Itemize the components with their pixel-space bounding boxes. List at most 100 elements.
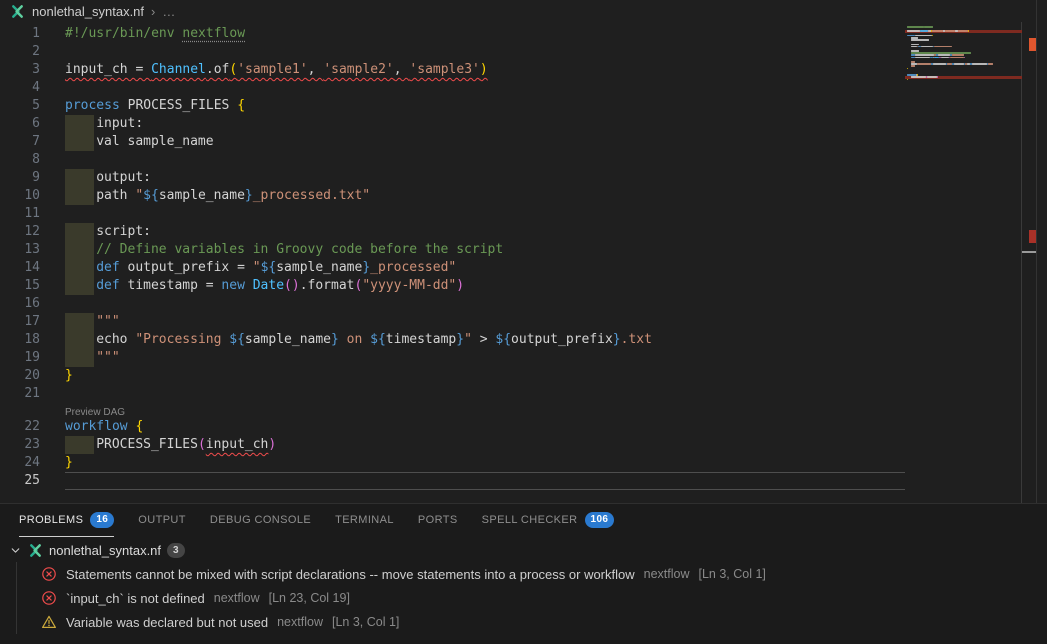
line-number: 1	[0, 25, 40, 43]
minimap[interactable]	[905, 22, 1022, 503]
problem-row[interactable]: Statements cannot be mixed with script d…	[0, 562, 1047, 586]
code-text	[65, 205, 905, 223]
code-line[interactable]: 12 script:	[0, 223, 905, 241]
overview-ruler-marker	[1029, 230, 1036, 243]
tab-count-badge: 16	[90, 512, 114, 528]
code-line[interactable]: 2	[0, 43, 905, 61]
code-token: timestamp =	[120, 278, 222, 293]
error-squiggle: input_ch = Channel.of('sample1', 'sample…	[65, 62, 488, 77]
codelens-row[interactable]: Preview DAG	[0, 403, 905, 418]
code-text: output:	[65, 169, 905, 187]
code-token: "	[253, 260, 261, 275]
code-line[interactable]: 24}	[0, 454, 905, 472]
line-number: 17	[0, 313, 40, 331]
problem-location: [Ln 3, Col 1]	[699, 567, 766, 581]
code-text	[65, 295, 905, 313]
code-token: }	[245, 188, 253, 203]
code-token: ${	[143, 188, 159, 203]
code-text: PROCESS_FILES(input_ch)	[65, 436, 905, 454]
code-token: nextflow	[182, 26, 245, 41]
code-area[interactable]: 1 #!/usr/bin/env nextflow 23 input_ch = Cha…	[0, 22, 905, 503]
line-number: 10	[0, 187, 40, 205]
code-token: (	[198, 437, 206, 452]
panel-tab-output[interactable]: OUTPUT	[138, 504, 186, 537]
code-line[interactable]: 25	[0, 472, 905, 490]
code-token: script:	[96, 224, 151, 239]
code-line[interactable]: 22workflow {	[0, 418, 905, 436]
code-line[interactable]: 23PROCESS_FILES(input_ch)	[0, 436, 905, 454]
vscode-window: { "colors":{ "pln":"#d4d4d4","cmt":"#6a9…	[0, 0, 1047, 644]
line-number: 9	[0, 169, 40, 187]
code-text: """	[65, 313, 905, 331]
line-number: 2	[0, 43, 40, 61]
tab-label: TERMINAL	[335, 514, 394, 526]
breadcrumb-filename[interactable]: nonlethal_syntax.nf	[32, 4, 144, 19]
panel-tab-ports[interactable]: PORTS	[418, 504, 458, 537]
line-number: 13	[0, 241, 40, 259]
nextflow-file-icon	[10, 4, 25, 19]
problem-row[interactable]: `input_ch` is not definednextflow[Ln 23,…	[0, 586, 1047, 610]
tab-label: DEBUG CONSOLE	[210, 514, 311, 526]
code-line[interactable]: 20}	[0, 367, 905, 385]
line-number: 5	[0, 97, 40, 115]
code-token: PROCESS_FILES	[96, 437, 198, 452]
code-token: 'sample3'	[409, 62, 479, 77]
code-token: // Define variables in Groovy code befor…	[96, 242, 503, 257]
code-line[interactable]: 19"""	[0, 349, 905, 367]
code-line[interactable]: 16	[0, 295, 905, 313]
code-token: 'sample2'	[323, 62, 393, 77]
code-line[interactable]: 7val sample_name	[0, 133, 905, 151]
code-line[interactable]: 13 // Define variables in Groovy code bef…	[0, 241, 905, 259]
code-text: def output_prefix = "${sample_name}_proc…	[65, 259, 905, 277]
code-text: """	[65, 349, 905, 367]
code-line[interactable]: 14def output_prefix = "${sample_name}_pr…	[0, 259, 905, 277]
code-token: Channel	[151, 62, 206, 77]
code-token: {	[135, 419, 143, 434]
overview-ruler[interactable]	[1022, 22, 1036, 503]
line-number: 12	[0, 223, 40, 241]
line-number: 3	[0, 61, 40, 79]
code-line[interactable]: 1 #!/usr/bin/env nextflow	[0, 25, 905, 43]
code-line[interactable]: 18echo "Processing ${sample_name} on ${t…	[0, 331, 905, 349]
panel-tab-terminal[interactable]: TERMINAL	[335, 504, 394, 537]
code-line[interactable]: 21	[0, 385, 905, 403]
indent-highlight	[65, 241, 94, 259]
chevron-down-icon[interactable]	[9, 544, 22, 557]
indent-highlight	[65, 133, 94, 151]
problem-source: nextflow	[277, 615, 323, 629]
code-line[interactable]: 3 input_ch = Channel.of('sample1', 'sampl…	[0, 61, 905, 79]
problem-row[interactable]: Variable was declared but not usednextfl…	[0, 610, 1047, 634]
code-token: .txt	[621, 332, 652, 347]
code-token: #!/usr/bin/env	[65, 26, 182, 41]
panel-tab-debug-console[interactable]: DEBUG CONSOLE	[210, 504, 311, 537]
panel-tab-spell-checker[interactable]: SPELL CHECKER106	[482, 504, 615, 537]
code-text: path "${sample_name}_processed.txt"	[65, 187, 905, 205]
scrollbar-track[interactable]	[1036, 0, 1037, 503]
line-number: 4	[0, 79, 40, 97]
code-text: workflow {	[65, 418, 905, 436]
code-token: new	[221, 278, 244, 293]
code-token: "	[464, 332, 472, 347]
code-token: _processed"	[370, 260, 456, 275]
codelens-label[interactable]: Preview DAG	[65, 407, 125, 418]
code-text: script:	[65, 223, 905, 241]
code-line[interactable]: 4	[0, 79, 905, 97]
indent-highlight	[65, 331, 94, 349]
code-line[interactable]: 6input:	[0, 115, 905, 133]
code-line[interactable]: 11	[0, 205, 905, 223]
indent-highlight	[65, 277, 94, 295]
code-line[interactable]: 5process PROCESS_FILES {	[0, 97, 905, 115]
problems-file-row[interactable]: nonlethal_syntax.nf 3	[0, 539, 1047, 562]
code-token: )	[456, 278, 464, 293]
code-line[interactable]: 17 """	[0, 313, 905, 331]
code-line[interactable]: 9 output:	[0, 169, 905, 187]
panel-tab-problems[interactable]: PROBLEMS16	[19, 504, 114, 537]
code-token: """	[96, 350, 119, 365]
code-line[interactable]: 10 path "${sample_name}_processed.txt"	[0, 187, 905, 205]
code-line[interactable]: 15def timestamp = new Date().format("yyy…	[0, 277, 905, 295]
code-token: }	[362, 260, 370, 275]
tree-indent-guide	[16, 562, 17, 634]
problem-message: `input_ch` is not defined	[66, 591, 205, 606]
breadcrumb-more[interactable]: …	[162, 4, 175, 19]
code-line[interactable]: 8	[0, 151, 905, 169]
